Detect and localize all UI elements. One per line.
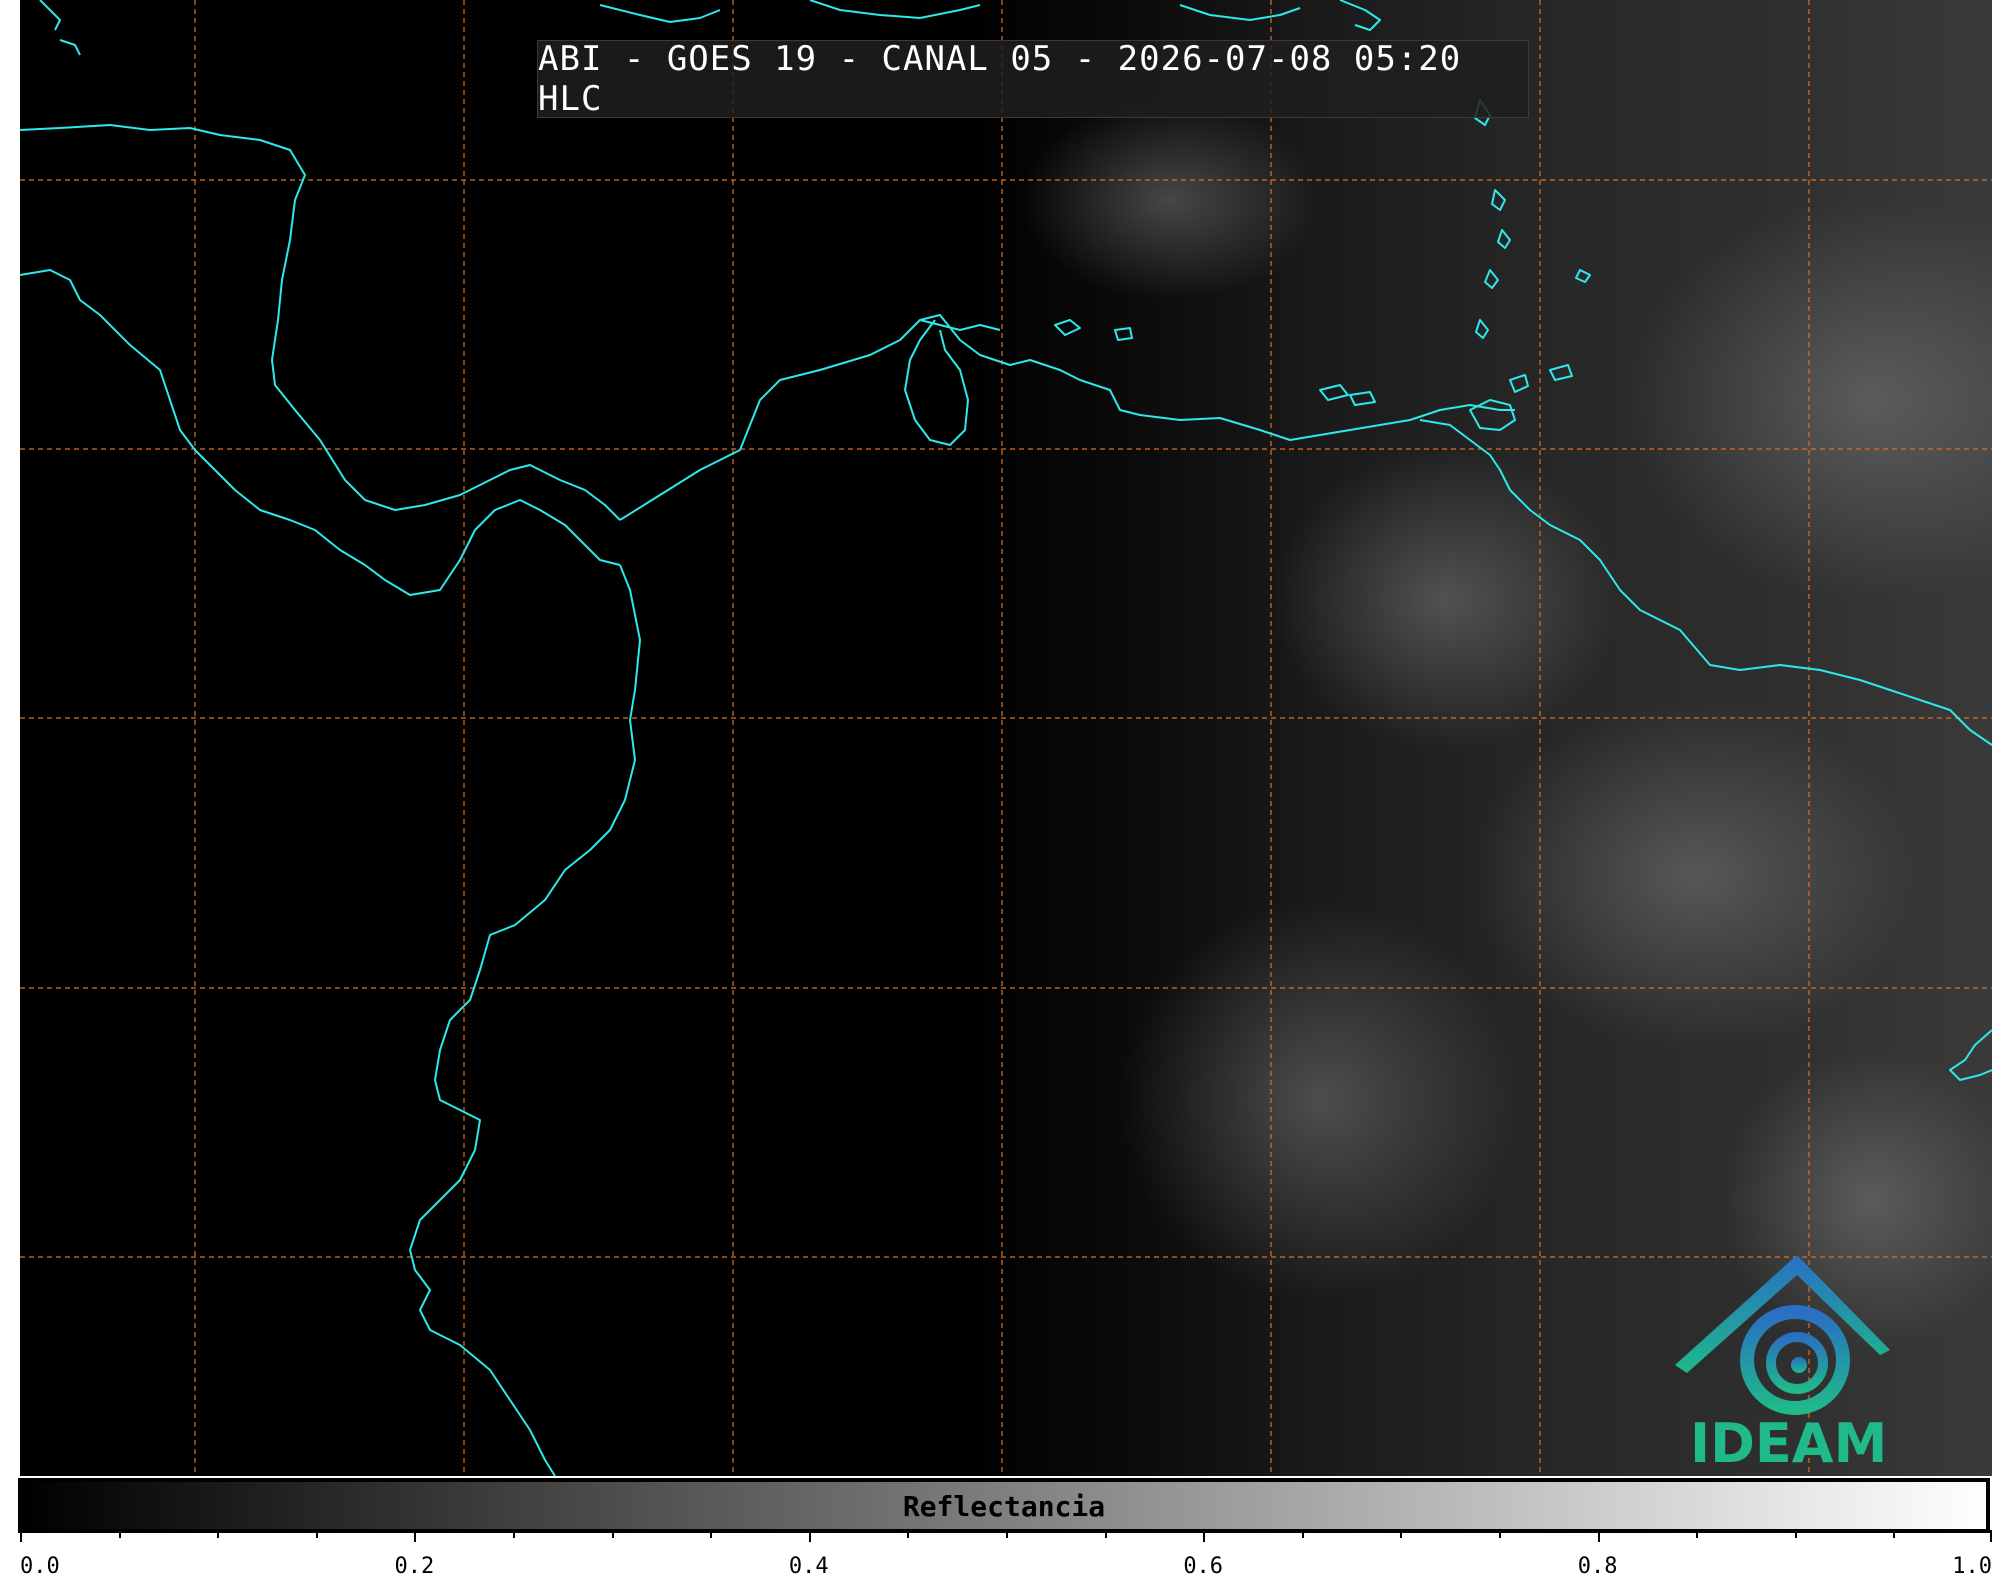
colorbar-label: Reflectancia: [902, 1490, 1106, 1523]
colorbar-minor-tick: [1794, 1530, 1797, 1538]
colorbar-minor-tick: [1499, 1530, 1501, 1538]
colorbar-minor-tick: [1301, 1530, 1304, 1538]
colorbar-minor-tick: [1104, 1530, 1107, 1538]
colorbar-ticks: 0.0 0.2 0.4 0.6 0.8 1.0: [20, 1530, 1992, 1579]
colorbar-minor-tick: [513, 1530, 515, 1538]
colorbar-tick-label: 0.2: [394, 1554, 435, 1579]
colorbar-major-tick: [414, 1530, 417, 1542]
colorbar-major-tick: [1990, 1530, 1992, 1542]
colorbar-minor-tick: [710, 1530, 713, 1538]
colorbar-tick-label: 0.8: [1577, 1554, 1618, 1579]
logo-text: IDEAM: [1690, 1412, 1888, 1475]
colorbar-major-tick: [20, 1530, 22, 1542]
colorbar-major-tick: [808, 1530, 811, 1542]
colorbar-tick-label: 0.0: [20, 1554, 60, 1579]
colorbar-minor-tick: [611, 1530, 614, 1538]
colorbar-minor-tick: [118, 1530, 121, 1538]
colorbar-tick-label: 1.0: [1952, 1554, 1992, 1579]
colorbar-major-tick: [1203, 1530, 1206, 1542]
colorbar-minor-tick: [217, 1530, 220, 1538]
colorbar-minor-tick: [1893, 1530, 1896, 1538]
colorbar: Reflectancia: [18, 1478, 1990, 1533]
colorbar-minor-tick: [907, 1530, 910, 1538]
colorbar-major-tick: [1597, 1530, 1600, 1542]
colorbar-minor-tick: [315, 1530, 318, 1538]
colorbar-minor-tick: [1696, 1530, 1699, 1538]
map-title: ABI - GOES 19 - CANAL 05 - 2026-07-08 05…: [537, 39, 1529, 119]
colorbar-minor-tick: [1006, 1530, 1008, 1538]
colorbar-tick-label: 0.6: [1183, 1554, 1224, 1579]
colorbar-minor-tick: [1400, 1530, 1403, 1538]
colorbar-tick-label: 0.4: [788, 1554, 829, 1579]
